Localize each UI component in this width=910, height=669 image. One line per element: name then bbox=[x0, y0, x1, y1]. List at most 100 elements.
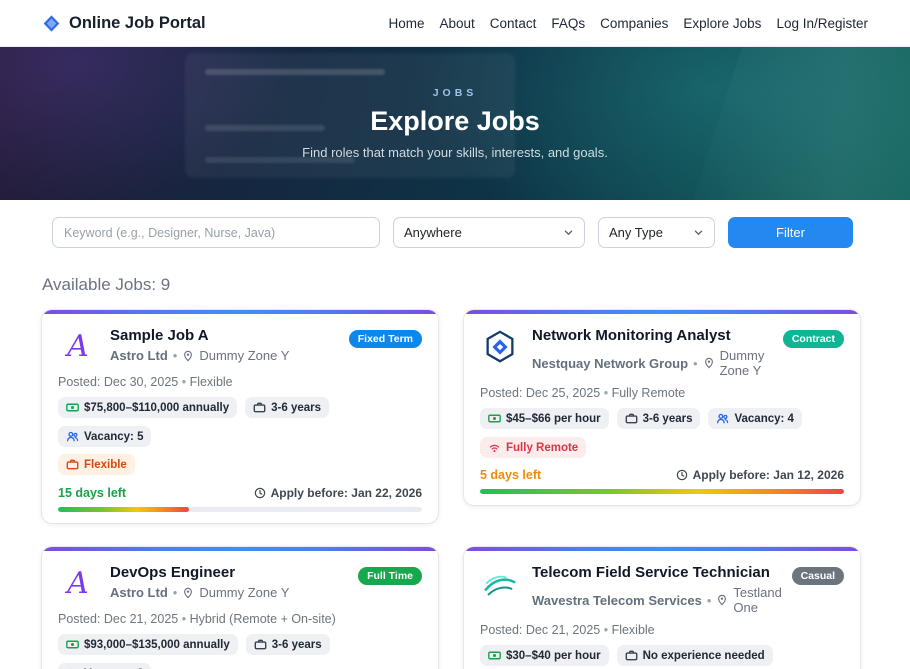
job-card-footer: 15 days left Apply before: Jan 22, 2026 bbox=[58, 486, 422, 500]
company-name: Astro Ltd bbox=[110, 348, 168, 363]
company-name: Wavestra Telecom Services bbox=[532, 593, 702, 608]
brand-gem-icon bbox=[42, 14, 61, 33]
job-location: Dummy Zone Y bbox=[199, 585, 289, 600]
hero-subtitle: Find roles that match your skills, inter… bbox=[302, 145, 608, 160]
job-chip: 3-6 years bbox=[245, 397, 329, 418]
job-company-line: Wavestra Telecom Services • Testland One bbox=[532, 585, 780, 615]
hero-eyebrow: JOBS bbox=[433, 87, 478, 99]
nav-link-log-in-register[interactable]: Log In/Register bbox=[776, 16, 868, 31]
posted-line: Posted: Dec 30, 2025 • Flexible bbox=[58, 375, 422, 389]
card-accent-bar bbox=[464, 310, 860, 314]
posted-line: Posted: Dec 25, 2025 • Fully Remote bbox=[480, 386, 844, 400]
briefcase-icon bbox=[253, 401, 266, 414]
job-chip: Vacancy: 5 bbox=[58, 426, 151, 447]
company-name: Astro Ltd bbox=[110, 585, 168, 600]
hero-background-decoration bbox=[205, 69, 385, 75]
job-chip: 3-6 years bbox=[246, 634, 330, 655]
briefcase-icon bbox=[625, 649, 638, 662]
location-select[interactable]: Anywhere bbox=[393, 217, 585, 248]
job-location: Dummy Zone Y bbox=[199, 348, 289, 363]
job-title[interactable]: Sample Job A bbox=[110, 327, 289, 344]
job-chip: $45–$66 per hour bbox=[480, 408, 609, 429]
job-card[interactable]: A Sample Job A Astro Ltd • Dummy Zone Y … bbox=[42, 310, 438, 523]
job-card-header: Telecom Field Service Technician Wavestr… bbox=[480, 564, 844, 615]
job-location: Dummy Zone Y bbox=[720, 348, 771, 378]
deadline-progress-fill bbox=[480, 489, 844, 494]
work-mode-chip: Flexible bbox=[58, 454, 135, 475]
deadline-progress-fill bbox=[58, 507, 189, 512]
job-title[interactable]: DevOps Engineer bbox=[110, 564, 289, 581]
available-jobs-count: Available Jobs: 9 bbox=[42, 275, 868, 295]
job-card[interactable]: Telecom Field Service Technician Wavestr… bbox=[464, 547, 860, 669]
nav-link-about[interactable]: About bbox=[440, 16, 475, 31]
days-left-label: 5 days left bbox=[480, 468, 541, 482]
cash-icon bbox=[66, 401, 79, 414]
nav-link-companies[interactable]: Companies bbox=[600, 16, 668, 31]
job-card[interactable]: A DevOps Engineer Astro Ltd • Dummy Zone… bbox=[42, 547, 438, 669]
hero-background-decoration bbox=[667, 47, 910, 200]
cash-icon bbox=[488, 412, 501, 425]
job-chip: 3-6 years bbox=[617, 408, 701, 429]
posted-line: Posted: Dec 21, 2025 • Flexible bbox=[480, 623, 844, 637]
job-company-line: Nestquay Network Group • Dummy Zone Y bbox=[532, 348, 771, 378]
apply-before-label: Apply before: Jan 12, 2026 bbox=[676, 468, 844, 482]
briefcase-icon bbox=[66, 458, 79, 471]
navbar: Online Job Portal Home About Contact FAQs Co… bbox=[0, 0, 910, 47]
cash-icon bbox=[66, 638, 79, 651]
pin-icon bbox=[716, 594, 728, 606]
job-chip: $75,800–$110,000 annually bbox=[58, 397, 237, 418]
company-name: Nestquay Network Group bbox=[532, 356, 688, 371]
job-location: Testland One bbox=[733, 585, 781, 615]
job-card[interactable]: Network Monitoring Analyst Nestquay Netw… bbox=[464, 310, 860, 505]
job-type-badge: Contract bbox=[783, 330, 844, 348]
chevron-down-icon bbox=[563, 227, 574, 238]
job-chip: $93,000–$135,000 annually bbox=[58, 634, 238, 655]
brand-label: Online Job Portal bbox=[69, 14, 206, 33]
clock-icon bbox=[254, 487, 266, 499]
job-card-header: Network Monitoring Analyst Nestquay Netw… bbox=[480, 327, 844, 378]
work-mode-row: Flexible bbox=[58, 454, 422, 476]
nav-link-faqs[interactable]: FAQs bbox=[551, 16, 585, 31]
job-chip: $30–$40 per hour bbox=[480, 645, 609, 666]
wavestra-telecom-services-logo bbox=[480, 564, 520, 604]
hero-background-decoration bbox=[205, 125, 325, 131]
card-accent-bar bbox=[42, 547, 438, 551]
location-select-value: Anywhere bbox=[404, 225, 462, 240]
keyword-input[interactable] bbox=[52, 217, 380, 248]
filter-button[interactable]: Filter bbox=[728, 217, 853, 248]
hero-banner: JOBS Explore Jobs Find roles that match … bbox=[0, 47, 910, 200]
job-chip: No experience needed bbox=[617, 645, 773, 666]
nestquay-network-group-logo bbox=[480, 327, 520, 367]
nav-link-home[interactable]: Home bbox=[389, 16, 425, 31]
nav-link-contact[interactable]: Contact bbox=[490, 16, 537, 31]
job-chip: Fully Remote bbox=[480, 437, 586, 458]
deadline-progress-track bbox=[480, 489, 844, 494]
job-chip: Vacancy: 4 bbox=[708, 408, 801, 429]
astro-ltd-logo: A bbox=[58, 564, 98, 604]
chevron-down-icon bbox=[693, 227, 704, 238]
filter-bar: Anywhere Any Type Filter bbox=[52, 217, 858, 248]
nav-link-explore-jobs[interactable]: Explore Jobs bbox=[683, 16, 761, 31]
astro-ltd-logo: A bbox=[58, 327, 98, 367]
nav-links: Home About Contact FAQs Companies Explore Job… bbox=[389, 16, 869, 31]
job-type-select-value: Any Type bbox=[609, 225, 663, 240]
page-title: Explore Jobs bbox=[370, 106, 540, 137]
pin-icon bbox=[703, 357, 715, 369]
job-title[interactable]: Network Monitoring Analyst bbox=[532, 327, 771, 344]
card-accent-bar bbox=[464, 547, 860, 551]
posted-line: Posted: Dec 21, 2025 • Hybrid (Remote + … bbox=[58, 612, 422, 626]
users-icon bbox=[716, 412, 729, 425]
clock-icon bbox=[676, 469, 688, 481]
card-accent-bar bbox=[42, 310, 438, 314]
wifi-icon bbox=[488, 441, 501, 454]
job-chips-row: $45–$66 per hour 3-6 years Vacancy: 4 Fully… bbox=[480, 408, 844, 458]
job-chips-row: $30–$40 per hourNo experience neededVaca… bbox=[480, 645, 844, 669]
job-title[interactable]: Telecom Field Service Technician bbox=[532, 564, 780, 581]
job-type-badge: Fixed Term bbox=[349, 330, 422, 348]
job-type-select[interactable]: Any Type bbox=[598, 217, 715, 248]
job-card-header: A Sample Job A Astro Ltd • Dummy Zone Y … bbox=[58, 327, 422, 367]
briefcase-icon bbox=[254, 638, 267, 651]
brand[interactable]: Online Job Portal bbox=[42, 14, 206, 33]
briefcase-icon bbox=[625, 412, 638, 425]
job-type-badge: Casual bbox=[792, 567, 844, 585]
